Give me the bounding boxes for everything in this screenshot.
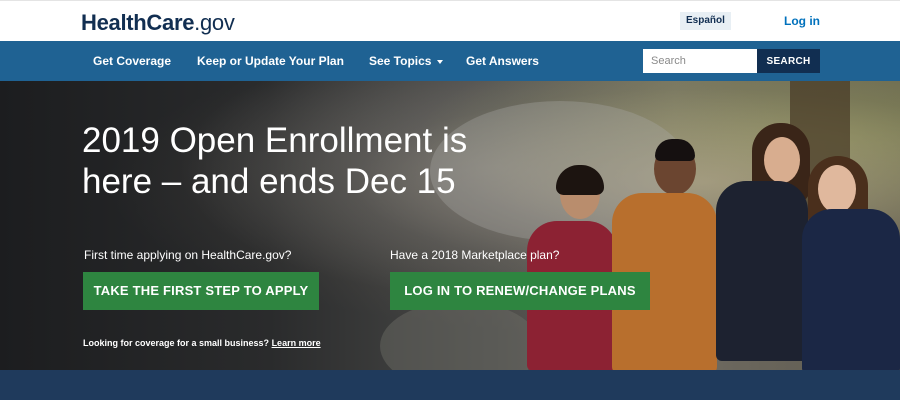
- renew-change-plans-button[interactable]: LOG IN TO RENEW/CHANGE PLANS: [390, 272, 650, 310]
- small-business-note: Looking for coverage for a small busines…: [83, 338, 321, 348]
- logo-text-light: .gov: [194, 10, 235, 35]
- person-body: [716, 181, 808, 361]
- login-link[interactable]: Log in: [784, 14, 820, 28]
- caret-down-icon: [437, 59, 444, 64]
- first-time-prompt: First time applying on HealthCare.gov?: [84, 248, 292, 262]
- hero-headline: 2019 Open Enrollment is here – and ends …: [82, 120, 542, 202]
- person-hair: [655, 139, 695, 161]
- nav-item-get-coverage[interactable]: Get Coverage: [93, 54, 171, 68]
- person-face: [764, 137, 800, 183]
- learn-more-link[interactable]: Learn more: [272, 338, 321, 348]
- search-button[interactable]: SEARCH: [757, 49, 820, 73]
- hero-headline-line-2: here – and ends Dec 15: [82, 162, 456, 201]
- bottom-section-bar: [0, 370, 900, 400]
- person-body: [802, 209, 900, 370]
- nav-item-get-answers[interactable]: Get Answers: [466, 54, 539, 68]
- hero-headline-line-1: 2019 Open Enrollment is: [82, 121, 468, 160]
- search-input[interactable]: [643, 49, 757, 73]
- rock-shape: [380, 301, 540, 370]
- person-face: [818, 165, 856, 213]
- main-nav: Get Coverage Keep or Update Your Plan Se…: [0, 41, 900, 81]
- healthcare-gov-logo[interactable]: HealthCare.gov: [81, 10, 235, 36]
- apply-button[interactable]: TAKE THE FIRST STEP TO APPLY: [83, 272, 319, 310]
- nav-item-see-topics[interactable]: See Topics: [369, 54, 444, 68]
- nav-item-see-topics-label: See Topics: [369, 54, 432, 68]
- site-header: HealthCare.gov Español Log in: [0, 0, 900, 41]
- small-business-text: Looking for coverage for a small busines…: [83, 338, 270, 348]
- espanol-language-link[interactable]: Español: [680, 12, 731, 30]
- nav-item-keep-or-update-plan[interactable]: Keep or Update Your Plan: [197, 54, 344, 68]
- hero-banner: 2019 Open Enrollment is here – and ends …: [0, 81, 900, 370]
- logo-text-bold: HealthCare: [81, 10, 195, 35]
- marketplace-plan-prompt: Have a 2018 Marketplace plan?: [390, 248, 560, 262]
